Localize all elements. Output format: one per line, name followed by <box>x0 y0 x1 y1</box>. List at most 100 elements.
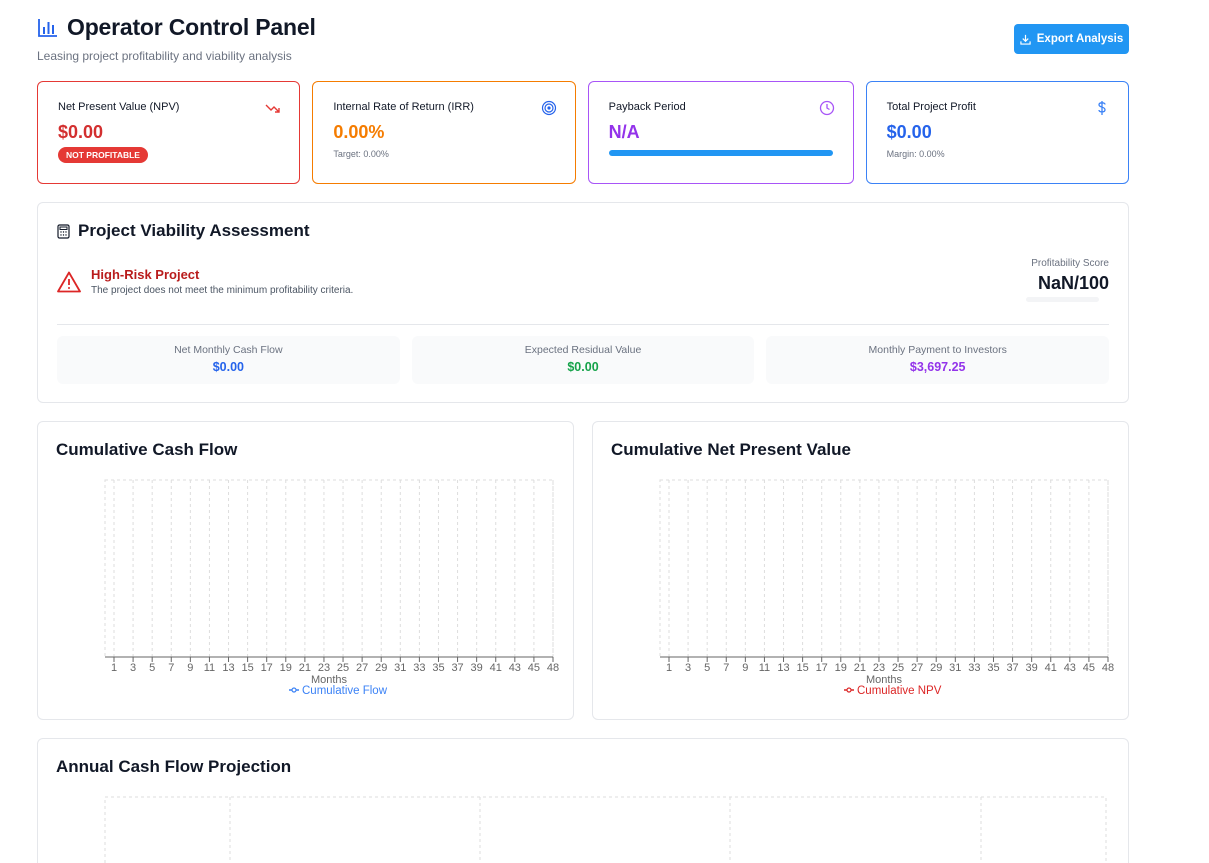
legend-marker <box>291 687 297 693</box>
x-tick-label: 11 <box>204 662 215 674</box>
metric-value: $0.00 <box>212 360 244 374</box>
irr-target: Target: 0.00% <box>333 149 389 159</box>
x-tick-label: 21 <box>299 662 311 674</box>
metric-label: Monthly Payment to Investors <box>868 344 1007 356</box>
legend-label: Cumulative Flow <box>302 685 388 697</box>
trending-down-icon <box>265 104 281 113</box>
x-tick-label: 5 <box>149 662 155 674</box>
x-tick-label: 3 <box>685 662 691 674</box>
warning-icon <box>57 271 81 293</box>
npv-label: Net Present Value (NPV) <box>58 101 180 113</box>
metric-label: Net Monthly Cash Flow <box>174 344 283 356</box>
irr-card: Internal Rate of Return (IRR) 0.00% Targ… <box>312 81 576 184</box>
npv-value: $0.00 <box>58 122 104 142</box>
annual-cash-flow-card: Annual Cash Flow Projection <box>37 738 1129 863</box>
metric-value: $0.00 <box>567 360 599 374</box>
x-tick-label: 25 <box>892 662 904 674</box>
x-tick-label: 33 <box>968 662 980 674</box>
calculator-icon <box>57 223 70 239</box>
legend-marker <box>846 687 852 693</box>
x-tick-label: 48 <box>1102 662 1114 674</box>
npv-card: Net Present Value (NPV) $0.00 NOT PROFIT… <box>37 81 301 184</box>
score-value: NaN/100 <box>1037 273 1109 293</box>
x-tick-label: 45 <box>528 662 540 674</box>
risk-title: High-Risk Project <box>91 267 200 282</box>
plot-area <box>659 479 1109 658</box>
x-tick-label: 3 <box>130 662 136 674</box>
x-tick-label: 27 <box>911 662 923 674</box>
x-tick-label: 45 <box>1083 662 1095 674</box>
viability-card: Project Viability Assessment High-Risk P… <box>37 202 1129 403</box>
kpi-row: Net Present Value (NPV) $0.00 NOT PROFIT… <box>37 81 1129 184</box>
x-tick-label: 19 <box>280 662 292 674</box>
export-analysis-button[interactable]: Export Analysis <box>1014 24 1129 54</box>
x-tick-label: 11 <box>759 662 770 674</box>
x-tick-label: 35 <box>987 662 999 674</box>
profitability-score: Profitability Score NaN/100 <box>1026 258 1109 302</box>
x-tick-label: 17 <box>816 662 828 674</box>
plot-area <box>104 479 554 658</box>
x-tick-label: 43 <box>509 662 521 674</box>
payback-progress-bar <box>608 150 833 156</box>
x-tick-label: 23 <box>318 662 330 674</box>
x-tick-label: 39 <box>471 662 483 674</box>
x-tick-label: 29 <box>375 662 387 674</box>
payback-card: Payback Period N/A <box>587 81 854 184</box>
score-bar <box>1026 297 1099 302</box>
x-tick-label: 37 <box>451 662 463 674</box>
x-tick-label: 19 <box>835 662 847 674</box>
x-tick-label: 17 <box>261 662 273 674</box>
plot-area <box>104 796 1107 863</box>
page-header: Operator Control Panel Leasing project p… <box>37 14 1129 66</box>
clock-icon <box>819 100 834 116</box>
x-tick-label: 7 <box>168 662 174 674</box>
profit-margin: Margin: 0.00% <box>886 149 945 159</box>
x-tick-label: 39 <box>1026 662 1038 674</box>
target-icon <box>541 100 556 116</box>
x-tick-label: 41 <box>490 662 502 674</box>
irr-label: Internal Rate of Return (IRR) <box>333 101 474 113</box>
page-title: Operator Control Panel <box>67 14 316 40</box>
profit-label: Total Project Profit <box>886 101 976 113</box>
status-badge: NOT PROFITABLE <box>58 147 148 163</box>
x-tick-label: 43 <box>1064 662 1076 674</box>
irr-value: 0.00% <box>333 122 385 142</box>
payback-label: Payback Period <box>608 101 686 113</box>
x-tick-label: 27 <box>356 662 368 674</box>
x-tick-label: 41 <box>1045 662 1057 674</box>
viability-title: Project Viability Assessment <box>78 221 310 240</box>
bar-chart-icon <box>38 18 57 37</box>
x-tick-label: 1 <box>666 662 672 674</box>
x-tick-label: 31 <box>394 662 406 674</box>
x-tick-label: 1 <box>111 662 117 674</box>
metric-value: $3,697.25 <box>909 360 966 374</box>
x-tick-label: 15 <box>796 662 808 674</box>
cumulative-cash-flow-chart: 1 3 5 7 9 11 13 15 17 19 21 23 25 27 29 31 33 35 37 39 41 43 4… <box>104 479 559 697</box>
x-tick-label: 31 <box>949 662 961 674</box>
page-subtitle: Leasing project profitability and viabil… <box>37 49 292 63</box>
x-tick-label: 15 <box>241 662 253 674</box>
legend-label: Cumulative NPV <box>857 685 942 697</box>
metric-monthly-payment-to-investors: Monthly Payment to Investors $3,697.25 <box>766 336 1110 384</box>
metric-expected-residual-value: Expected Residual Value $0.00 <box>411 336 755 384</box>
profit-card: Total Project Profit $0.00 Margin: 0.00% <box>865 81 1129 184</box>
export-button-label: Export Analysis <box>1036 33 1124 45</box>
x-tick-label: 13 <box>222 662 234 674</box>
risk-alert: High-Risk Project The project does not m… <box>57 267 353 296</box>
dollar-icon <box>1098 101 1106 115</box>
divider <box>57 324 1109 325</box>
x-tick-label: 33 <box>413 662 425 674</box>
x-tick-label: 21 <box>854 662 866 674</box>
metrics-row: Net Monthly Cash Flow $0.00 Expected Res… <box>57 336 1110 384</box>
cumulative-npv-chart: 1 3 5 7 9 11 13 15 17 19 21 23 25 27 29 31 33 35 37 39 41 43 4… <box>659 479 1114 697</box>
risk-description: The project does not meet the minimum pr… <box>91 285 354 296</box>
x-tick-label: 48 <box>547 662 559 674</box>
annual-cash-flow-chart <box>104 796 1107 863</box>
x-tick-label: 9 <box>742 662 748 674</box>
payback-value: N/A <box>608 122 640 142</box>
x-tick-label: 23 <box>873 662 885 674</box>
download-icon <box>1020 34 1031 45</box>
profit-value: $0.00 <box>886 122 932 142</box>
x-tick-label: 25 <box>337 662 349 674</box>
x-tick-label: 35 <box>432 662 444 674</box>
